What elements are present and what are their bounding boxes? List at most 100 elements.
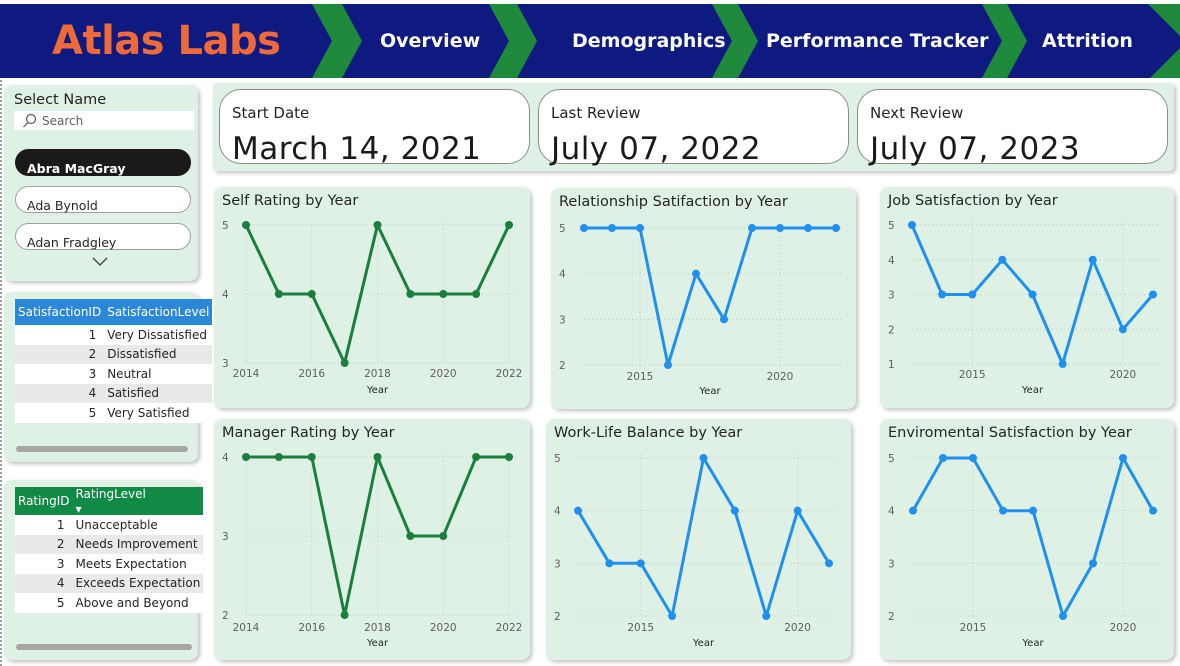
data-point <box>274 453 283 461</box>
data-point <box>1149 506 1157 515</box>
x-tick-label: 2020 <box>1110 622 1137 634</box>
slicer-item-ada-bynold[interactable]: Ada Bynold <box>15 186 191 213</box>
y-tick-label: 5 <box>888 220 895 232</box>
start-date-card: Start Date March 14, 2021 <box>219 89 530 167</box>
data-point <box>909 506 917 515</box>
data-point <box>668 612 677 620</box>
table-row: 2 Dissatisfied <box>15 344 213 364</box>
cell-id: 5 <box>15 403 105 423</box>
last-review-label: Last Review <box>551 104 641 122</box>
horizontal-scrollbar[interactable] <box>16 644 192 650</box>
series-line <box>576 456 831 618</box>
cell-id: 2 <box>15 534 73 554</box>
y-tick-label: 2 <box>888 324 895 336</box>
col-header-rating-id[interactable]: RatingID <box>15 487 72 515</box>
col-header-rating-level[interactable]: RatingLevel ▼ <box>72 487 203 515</box>
satisfaction-table: SatisfactionID SatisfactionLevel 1 Very D… <box>15 299 213 423</box>
x-axis-label: Year <box>698 386 721 397</box>
nav-performance-tracker[interactable]: Performance Tracker <box>766 30 989 52</box>
chevron-1 <box>312 4 362 78</box>
start-date-label: Start Date <box>232 104 310 122</box>
y-tick-label: 4 <box>888 255 895 267</box>
data-point <box>793 506 802 515</box>
table-row: 3 Meets Expectation <box>15 554 204 574</box>
data-point <box>472 453 481 461</box>
data-point <box>505 453 513 461</box>
y-tick-label: 3 <box>222 358 229 370</box>
data-point <box>340 611 349 619</box>
slicer-item-adan-fradgley[interactable]: Adan Fradgley <box>15 223 191 250</box>
chevron-2 <box>489 4 537 78</box>
chart-plot: 2 3 4 5 2015 2020 Year <box>888 453 1159 649</box>
data-point <box>969 454 977 462</box>
search-input[interactable]: Search <box>14 111 194 130</box>
data-point <box>1119 454 1127 462</box>
cell-id: 2 <box>15 344 105 364</box>
x-tick-label: 2018 <box>364 368 391 380</box>
table-row: 5 Very Satisfied <box>15 403 213 423</box>
series-line <box>584 226 836 367</box>
nav-overview[interactable]: Overview <box>380 30 480 52</box>
data-point <box>373 221 382 229</box>
x-tick-label: 2015 <box>959 369 986 381</box>
search-icon <box>23 113 37 128</box>
cell-level: Dissatisfied <box>104 344 213 364</box>
cell-level: Neutral <box>104 364 213 384</box>
manager-rating-chart: Manager Rating by Year 2 3 4 2014 2016 2018 20… <box>214 419 530 660</box>
nav-attrition[interactable]: Attrition <box>1042 30 1133 52</box>
corner-accent-top <box>1148 4 1180 36</box>
y-tick-label: 3 <box>222 531 229 543</box>
table-row: 3 Neutral <box>15 364 213 384</box>
sort-descending-icon: ▼ <box>75 505 82 514</box>
table-row: 2 Needs Improvement <box>15 534 204 554</box>
series-line <box>246 455 509 617</box>
next-review-label: Next Review <box>870 104 964 122</box>
data-point <box>605 559 614 568</box>
chevron-down-icon[interactable] <box>92 257 108 267</box>
x-tick-label: 2020 <box>767 371 794 383</box>
chart-plot: 2 3 4 5 2015 2020 Year <box>554 453 835 649</box>
rating-level-header-text: RatingLevel <box>75 487 146 501</box>
data-point <box>505 221 513 229</box>
nav-demographics[interactable]: Demographics <box>572 30 726 52</box>
y-tick-label: 4 <box>559 269 566 281</box>
x-tick-label: 2015 <box>627 622 654 634</box>
satisfaction-table-panel: SatisfactionID SatisfactionLevel 1 Very D… <box>4 292 213 462</box>
col-header-satisfaction-level[interactable]: SatisfactionLevel <box>104 299 212 325</box>
data-point <box>999 506 1007 515</box>
x-tick-label: 2022 <box>496 622 523 634</box>
data-point <box>1058 360 1067 368</box>
data-point <box>242 221 250 229</box>
start-date-value: March 14, 2021 <box>232 131 482 167</box>
x-tick-label: 2016 <box>298 368 325 380</box>
table-row: 5 Above and Beyond <box>15 593 204 613</box>
data-point <box>274 290 283 298</box>
data-point <box>242 453 250 461</box>
horizontal-scrollbar[interactable] <box>16 446 188 452</box>
y-tick-label: 3 <box>888 290 895 302</box>
series-line <box>911 456 1155 618</box>
y-tick-label: 5 <box>559 223 566 235</box>
data-point <box>968 290 977 299</box>
x-axis-label: Year <box>692 638 715 649</box>
y-tick-label: 3 <box>554 558 561 570</box>
rating-table: RatingID RatingLevel ▼ 1 Unacceptable 2 Nee… <box>15 487 204 613</box>
next-review-value: July 07, 2023 <box>870 131 1081 167</box>
data-point <box>1028 290 1037 299</box>
work-life-balance-chart: Work-Life Balance by Year 2 3 4 5 2015 2020 Ye… <box>546 419 851 660</box>
y-tick-label: 2 <box>559 360 566 372</box>
data-point <box>1088 255 1097 264</box>
x-tick-label: 2020 <box>430 368 457 380</box>
data-point <box>340 359 349 367</box>
self-rating-chart: Self Rating by Year 3 4 5 2014 2016 2018 2020 2… <box>214 187 530 408</box>
cell-level: Above and Beyond <box>72 593 204 613</box>
slicer-item-abra-macgray[interactable]: Abra MacGray <box>15 149 191 176</box>
y-tick-label: 2 <box>222 610 229 622</box>
x-tick-label: 2018 <box>364 622 391 634</box>
col-header-satisfaction-id[interactable]: SatisfactionID <box>15 299 104 325</box>
data-point <box>1149 290 1157 299</box>
data-point <box>762 612 771 620</box>
y-tick-label: 4 <box>222 452 229 464</box>
data-point <box>439 290 448 298</box>
data-point <box>692 269 700 278</box>
